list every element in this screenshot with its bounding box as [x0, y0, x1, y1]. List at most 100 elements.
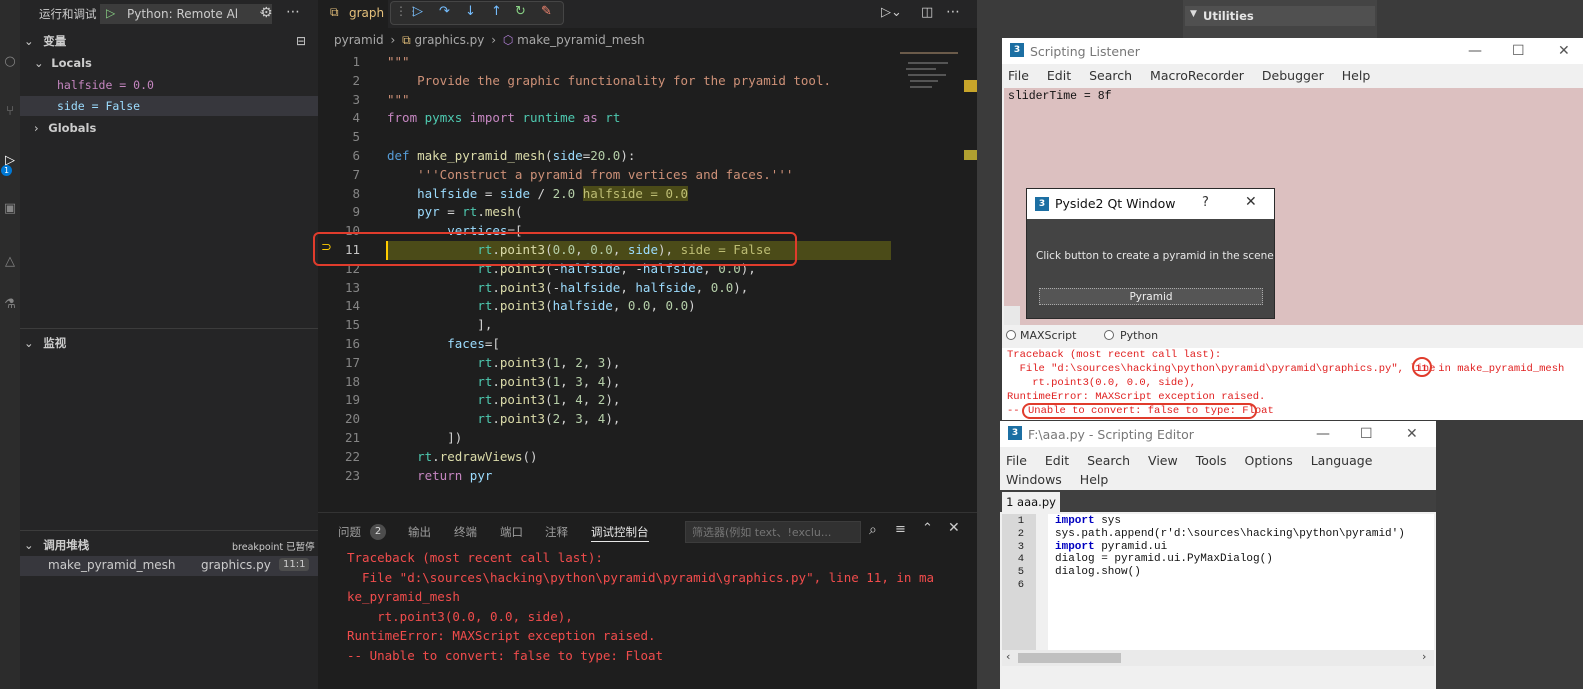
menu-help[interactable]: Help: [1080, 472, 1109, 487]
editor-file-tab[interactable]: 1 aaa.py: [1002, 492, 1060, 512]
line-number[interactable]: 5: [318, 127, 360, 146]
code-line[interactable]: """: [387, 52, 410, 71]
minimap[interactable]: [898, 52, 964, 142]
scrollbar-thumb[interactable]: [1018, 653, 1121, 663]
editor-code-line[interactable]: import sys: [1055, 515, 1121, 528]
line-number[interactable]: 23: [318, 466, 360, 485]
line-number[interactable]: 7: [318, 165, 360, 184]
editor-tab[interactable]: ⧉ graph: [318, 0, 388, 28]
maximize-icon[interactable]: ☐: [1512, 43, 1525, 59]
tab-problems[interactable]: 问题: [338, 523, 361, 541]
line-number[interactable]: 2: [318, 71, 360, 90]
line-number[interactable]: 8: [318, 184, 360, 203]
close-icon[interactable]: ✕: [1406, 426, 1418, 442]
menu-language[interactable]: Language: [1311, 453, 1373, 468]
close-icon[interactable]: ✕: [948, 520, 960, 536]
tab-output[interactable]: 输出: [408, 523, 431, 541]
editor-code-line[interactable]: dialog = pyramid.ui.PyMaxDialog(): [1055, 553, 1273, 566]
close-icon[interactable]: ✕: [1558, 43, 1570, 59]
breadcrumb-folder[interactable]: pyramid: [334, 33, 384, 47]
utilities-rollout[interactable]: ▼ Utilities: [1185, 6, 1375, 26]
tab-debug-console[interactable]: 调试控制台: [591, 523, 649, 542]
code-line[interactable]: rt.point3(1, 2, 3),: [387, 353, 620, 372]
disconnect-icon[interactable]: ✎: [541, 4, 552, 19]
chevron-left-icon[interactable]: ‹: [1006, 650, 1010, 663]
line-number[interactable]: 3: [318, 90, 360, 109]
radio-python[interactable]: [1104, 330, 1114, 340]
code-line[interactable]: halfside = side / 2.0 halfside = 0.0: [387, 184, 689, 203]
line-number[interactable]: 16: [318, 334, 360, 353]
source-control-icon[interactable]: ⑂: [1, 103, 19, 121]
code-line[interactable]: from pymxs import runtime as rt: [387, 108, 620, 127]
code-line[interactable]: rt.point3(1, 4, 2),: [387, 390, 620, 409]
callstack-frame[interactable]: make_pyramid_mesh graphics.py 11:1: [20, 556, 318, 576]
editor-code-line[interactable]: sys.path.append(r'd:\sources\hacking\pyt…: [1055, 528, 1405, 541]
pyramid-button[interactable]: Pyramid: [1039, 288, 1263, 305]
code-line[interactable]: Provide the graphic functionality for th…: [387, 71, 831, 90]
help-icon[interactable]: ?: [1202, 195, 1209, 210]
menu-search[interactable]: Search: [1089, 68, 1132, 83]
editor-titlebar[interactable]: 3 F:\aaa.py - Scripting Editor — ☐ ✕: [1000, 421, 1436, 447]
code-line[interactable]: pyr = rt.mesh(: [387, 202, 522, 221]
script-text-area[interactable]: 1 import sys 2 sys.path.append(r'd:\sources…: [1002, 514, 1434, 650]
extensions-icon[interactable]: ▣: [1, 200, 19, 218]
code-line[interactable]: def make_pyramid_mesh(side=20.0):: [387, 146, 635, 165]
close-icon[interactable]: ✕: [1245, 194, 1257, 210]
variable-row[interactable]: halfside = 0.0: [57, 75, 154, 95]
line-number[interactable]: 19: [318, 390, 360, 409]
menu-search[interactable]: Search: [1087, 453, 1130, 468]
minimize-icon[interactable]: —: [1316, 426, 1330, 442]
code-line[interactable]: faces=[: [387, 334, 500, 353]
code-line[interactable]: '''Construct a pyramid from vertices and…: [387, 165, 793, 184]
step-over-icon[interactable]: ↷: [439, 4, 450, 19]
listener-output-pane[interactable]: Traceback (most recent call last): File …: [1002, 348, 1583, 420]
radio-maxscript[interactable]: [1006, 330, 1016, 340]
gear-icon[interactable]: ⚙: [260, 5, 273, 21]
callstack-section-header[interactable]: ⌄ 调用堆栈: [24, 535, 89, 555]
test-icon[interactable]: ⚗: [1, 296, 19, 314]
collapse-all-icon[interactable]: ⊟: [296, 34, 306, 48]
line-number[interactable]: 17: [318, 353, 360, 372]
horizontal-scrollbar[interactable]: ‹ ›: [1002, 650, 1434, 666]
search-icon[interactable]: ⌕: [869, 522, 877, 538]
code-line[interactable]: return pyr: [387, 466, 492, 485]
line-number[interactable]: 4: [318, 108, 360, 127]
menu-tools[interactable]: Tools: [1196, 453, 1227, 468]
code-line[interactable]: rt.point3(2, 3, 4),: [387, 409, 620, 428]
code-line[interactable]: ]): [387, 428, 462, 447]
console-filter-input[interactable]: [685, 521, 861, 543]
search-icon[interactable]: ○: [1, 53, 19, 71]
variable-row[interactable]: side = False: [57, 96, 140, 116]
line-number[interactable]: 9: [318, 202, 360, 221]
line-number[interactable]: 6: [318, 146, 360, 165]
more-actions-icon[interactable]: ⋯: [286, 4, 300, 20]
line-number[interactable]: 22: [318, 447, 360, 466]
menu-edit[interactable]: Edit: [1045, 453, 1069, 468]
code-area[interactable]: 1 """ 2 Provide the graphic functionality …: [318, 52, 898, 492]
menu-windows[interactable]: Windows: [1006, 472, 1062, 487]
tab-terminal[interactable]: 终端: [454, 523, 477, 541]
editor-code-line[interactable]: import pyramid.ui: [1055, 541, 1167, 554]
globals-scope[interactable]: › Globals: [34, 118, 96, 138]
line-number[interactable]: 15: [318, 315, 360, 334]
maximize-panel-icon[interactable]: ⌃: [922, 521, 933, 536]
continue-icon[interactable]: ▷: [413, 4, 423, 19]
menu-file[interactable]: File: [1008, 68, 1029, 83]
code-line[interactable]: ],: [387, 315, 492, 334]
step-out-icon[interactable]: ↑: [491, 4, 502, 19]
line-number[interactable]: 1: [318, 52, 360, 71]
menu-file[interactable]: File: [1006, 453, 1027, 468]
maximize-icon[interactable]: ☐: [1360, 426, 1373, 442]
run-file-icon[interactable]: ▷⌄: [881, 5, 902, 20]
split-editor-icon[interactable]: ◫: [921, 5, 933, 20]
menu-view[interactable]: View: [1148, 453, 1178, 468]
line-number[interactable]: 13: [318, 278, 360, 297]
code-line[interactable]: rt.point3(1, 3, 4),: [387, 372, 620, 391]
clear-console-icon[interactable]: ≡: [895, 522, 906, 537]
launch-config-select[interactable]: ▷ Python: Remote Al ⌄: [100, 4, 272, 24]
variables-section-header[interactable]: ⌄ 变量: [24, 31, 66, 51]
breadcrumb-file[interactable]: graphics.py: [415, 33, 485, 47]
listener-titlebar[interactable]: 3 Scripting Listener — ☐ ✕: [1002, 38, 1583, 64]
watch-section-header[interactable]: ⌄ 监视: [24, 333, 66, 353]
menu-help[interactable]: Help: [1342, 68, 1371, 83]
